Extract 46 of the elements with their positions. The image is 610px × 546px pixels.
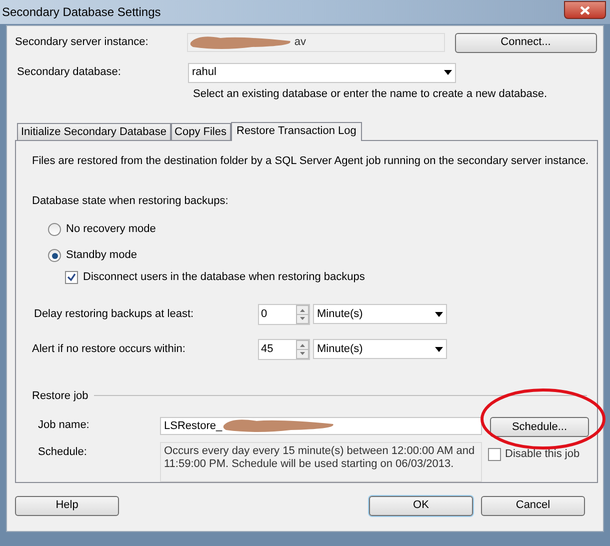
checkbox[interactable] xyxy=(488,448,501,461)
spinner-arrows-icon xyxy=(296,304,309,324)
job-name-field[interactable]: LSRestore_ xyxy=(160,417,482,435)
window-title: Secondary Database Settings xyxy=(2,4,161,21)
dropdown-arrow-icon xyxy=(444,70,452,75)
field-label: Delay restoring backups at least: xyxy=(33,306,195,322)
radio-label: No recovery mode xyxy=(66,222,156,238)
field-label: Schedule: xyxy=(37,445,88,460)
field-label: Secondary database: xyxy=(16,65,122,80)
field-label: Alert if no restore occurs within: xyxy=(32,342,186,357)
radio-button[interactable] xyxy=(48,249,61,262)
radio-button[interactable] xyxy=(48,223,61,236)
spin-box[interactable]: 45 xyxy=(258,338,310,360)
dropdown-arrow-icon xyxy=(435,346,443,352)
tab[interactable]: Initialize Secondary Database xyxy=(17,122,171,140)
spin-box[interactable]: 0 xyxy=(258,304,310,324)
close-button[interactable] xyxy=(564,1,606,19)
schedule-button[interactable]: Schedule... xyxy=(490,417,589,437)
dropdown-arrow-icon xyxy=(435,312,443,316)
connect-button[interactable]: Connect... xyxy=(454,32,597,52)
spinner-arrows-icon xyxy=(296,340,309,358)
close-icon xyxy=(580,6,590,14)
unit-combo[interactable]: Minute(s) xyxy=(313,304,447,324)
dialog-button[interactable]: OK xyxy=(369,496,473,516)
group-heading: Restore job xyxy=(32,388,88,404)
description-text: Files are restored from the destination folder by a SQL Server Agent job running on the secondary server instance. xyxy=(32,154,590,168)
unit-combo[interactable]: Minute(s) xyxy=(313,339,447,359)
hint-text: Select an existing database or enter the name to create a new database. xyxy=(193,87,548,102)
tab[interactable]: Copy Files xyxy=(170,122,230,140)
dialog-button[interactable]: Help xyxy=(15,496,119,516)
field-label: Job name: xyxy=(37,418,90,433)
field-label: Secondary server instance: xyxy=(15,35,150,50)
checkbox-label: Disconnect users in the database when restoring backups xyxy=(83,270,365,286)
section-label: Database state when restoring backups: xyxy=(32,194,230,209)
checkbox-label: Disable this job xyxy=(505,447,580,462)
radio-label: Standby mode xyxy=(66,248,137,264)
spin-value: 45 xyxy=(260,342,274,357)
spin-value: 0 xyxy=(260,306,268,322)
checkmark-icon xyxy=(67,273,76,282)
tab[interactable]: Restore Transaction Log xyxy=(230,122,362,140)
database-combo[interactable]: rahul xyxy=(188,62,456,82)
field-value: av xyxy=(294,35,306,50)
schedule-description: Occurs every day every 15 minute(s) between 12:00:00 AM and 11:59:00 PM. Schedule will be used starting on 06/03/2013. xyxy=(160,442,482,482)
checkbox[interactable] xyxy=(65,271,78,284)
field-value: LSRestore_ xyxy=(164,418,222,434)
dialog-button[interactable]: Cancel xyxy=(481,496,585,516)
